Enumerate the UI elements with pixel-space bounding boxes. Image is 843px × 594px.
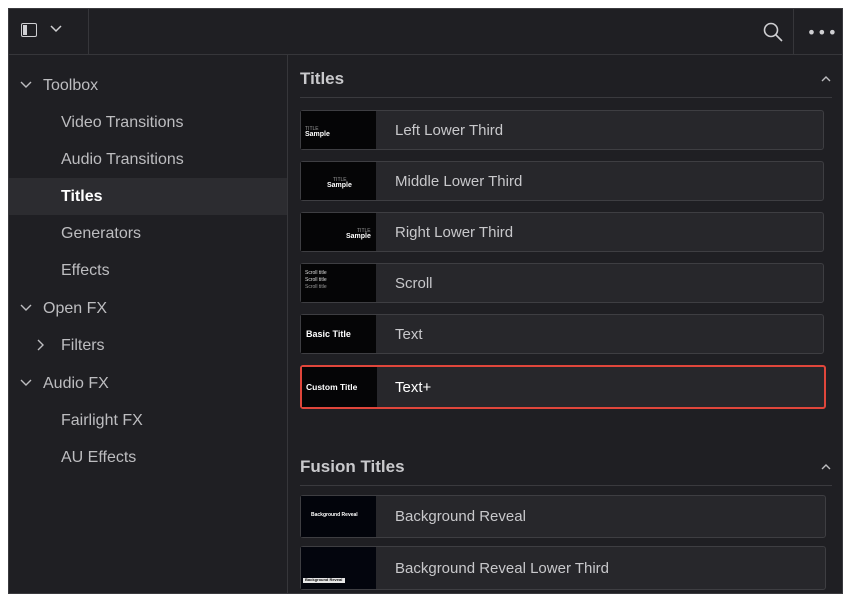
title-item-text-plus[interactable]: Custom Title Text+ [300,365,826,409]
title-item-label: Middle Lower Third [395,172,523,190]
panel-toolbar: ••• [9,9,842,55]
section-title: Fusion Titles [300,457,405,476]
fusion-titles-section-header[interactable]: Fusion Titles [300,451,832,486]
sidebar-item-generators[interactable]: Generators [9,215,287,252]
title-item-right-lower-third[interactable]: TITLE Sample Right Lower Third [300,212,824,252]
chevron-down-icon [20,304,32,311]
title-item-label: Text+ [395,378,432,396]
search-icon[interactable] [762,21,784,43]
title-thumbnail: Scroll title Scroll title Scroll title [301,264,376,302]
sidebar-item-au-effects[interactable]: AU Effects [9,439,287,476]
section-title: Titles [300,69,345,88]
chevron-up-icon[interactable] [820,73,832,85]
title-item-label: Right Lower Third [395,223,514,241]
thumb-text: Background Reveal [305,577,343,582]
thumb-text: Custom Title [306,382,358,392]
fusion-title-item-background-reveal-lower-third[interactable]: Background Reveal Background Reveal Lowe… [300,546,826,590]
chevron-down-icon [20,81,32,88]
thumb-line: Scroll title [305,277,327,283]
title-thumbnail: Background Reveal [301,496,376,537]
sidebar-item-audio-transitions[interactable]: Audio Transitions [9,141,287,178]
sidebar-item-label: Effects [61,262,110,279]
thumb-big-text: Sample [305,131,330,138]
title-thumbnail: TITLE Sample [301,213,376,251]
sidebar-item-label: Video Transitions [61,114,184,131]
thumb-big-text: Sample [327,182,352,189]
sidebar-item-label: Filters [61,337,105,354]
chevron-right-icon [37,339,44,351]
sidebar-item-label: Open FX [43,300,108,317]
sidebar-item-label: Audio Transitions [61,151,184,168]
content-area: Titles TITLE Sample Left Lower Third TIT… [289,55,842,593]
thumb-text: Basic Title [306,329,351,339]
sidebar-item-filters[interactable]: Filters [9,327,287,364]
titles-section-header[interactable]: Titles [300,63,832,98]
more-icon[interactable]: ••• [807,23,838,42]
title-item-label: Background Reveal Lower Third [395,559,610,577]
sidebar-item-fairlight-fx[interactable]: Fairlight FX [9,402,287,439]
title-item-label: Text [395,325,423,343]
fusion-title-item-background-reveal[interactable]: Background Reveal Background Reveal [300,495,826,538]
sidebar-item-label: Generators [61,225,142,242]
thumb-line: Scroll title [305,284,327,290]
sidebar-item-label: Titles [61,188,103,205]
sidebar-item-titles[interactable]: Titles [9,178,287,215]
sidebar-item-open-fx[interactable]: Open FX [9,290,287,327]
chevron-up-icon[interactable] [820,461,832,473]
title-item-label: Left Lower Third [395,121,504,139]
thumb-text: Background Reveal [311,512,358,518]
sidebar-item-label: Fairlight FX [61,412,143,429]
title-thumbnail: Custom Title [302,367,377,407]
sidebar-item-label: Audio FX [43,375,109,392]
title-item-text[interactable]: Basic Title Text [300,314,824,354]
effects-library-panel: ••• Toolbox Video Transitions Audio Tran… [8,8,843,594]
panel-toggle-button[interactable] [9,9,89,54]
title-thumbnail: Background Reveal [301,547,376,589]
sidebar: Toolbox Video Transitions Audio Transiti… [9,55,288,593]
title-thumbnail: TITLE Sample [301,162,376,200]
sidebar-item-label: Toolbox [43,77,99,94]
thumb-line: Scroll title [305,270,327,276]
title-item-scroll[interactable]: Scroll title Scroll title Scroll title S… [300,263,824,303]
title-item-middle-lower-third[interactable]: TITLE Sample Middle Lower Third [300,161,824,201]
title-thumbnail: Basic Title [301,315,376,353]
chevron-down-icon [50,25,62,33]
sidebar-item-effects[interactable]: Effects [9,252,287,289]
sidebar-item-audio-fx[interactable]: Audio FX [9,365,287,402]
title-item-label: Background Reveal [395,508,526,525]
chevron-down-icon [20,379,32,386]
title-item-left-lower-third[interactable]: TITLE Sample Left Lower Third [300,110,824,150]
toolbar-divider [793,9,794,54]
title-item-label: Scroll [395,274,433,292]
title-thumbnail: TITLE Sample [301,111,376,149]
thumb-big-text: Sample [346,233,371,240]
sidebar-item-label: AU Effects [61,449,137,466]
sidebar-item-video-transitions[interactable]: Video Transitions [9,104,287,141]
sidebar-item-toolbox[interactable]: Toolbox [9,67,287,104]
sidebar-toggle-icon [21,23,37,37]
